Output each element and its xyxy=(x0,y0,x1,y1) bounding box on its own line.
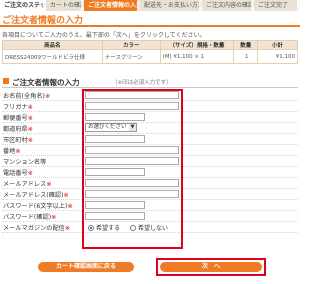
label-password: パスワード(6文字以上)※ xyxy=(3,203,73,210)
label-city: 市区町村※ xyxy=(3,137,33,144)
label-email-confirm: メールアドレス(確認)※ xyxy=(3,192,69,199)
label-street: 番地※ xyxy=(3,148,21,155)
step-customer-info: ご注文者情報の入力 xyxy=(84,0,140,11)
label-newsletter: メールマガジンの配信※ xyxy=(3,225,71,232)
step-delivery-payment: 配送先・お支払い方法の選択 xyxy=(140,0,202,11)
label-postal: 郵便番号※ xyxy=(3,115,33,122)
step-cart: カートの確認 xyxy=(46,0,84,11)
next-button[interactable]: 次 へ xyxy=(160,262,262,272)
step-confirm: ご注文内容の確認 xyxy=(202,0,254,11)
cell-color: ナースグリーン xyxy=(101,49,161,64)
cell-product-name: DRESS24009ワールドビラ仕様 xyxy=(2,49,103,64)
steps-label: ご注文のステップ xyxy=(0,0,46,11)
table-header-row: 商品名 カラー （サイズ）規格・数量 数量 小計 xyxy=(2,40,298,50)
col-subtotal: 小計 xyxy=(257,40,298,50)
label-email: メールアドレス※ xyxy=(3,181,52,188)
cell-subtotal: ¥1,100 xyxy=(257,49,298,64)
form-title: ご注文者情報の入力 xyxy=(12,78,80,87)
table-row: DRESS24009ワールドビラ仕様 ナースグリーン (M) ¥1,100 × … xyxy=(2,49,298,64)
intro-text: 各項目についてご入力のうえ、最下部の「次へ」をクリックしてください。 xyxy=(2,32,206,39)
label-password-confirm: パスワード(確認)※ xyxy=(3,214,57,221)
page-title-bar: ご注文者情報の入力 xyxy=(0,12,300,27)
cell-qty: 1 xyxy=(233,49,259,64)
label-building: マンション名等 xyxy=(3,159,47,166)
label-furigana: フリガナ※ xyxy=(3,104,33,111)
form-section-header: ご注文者情報の入力 （※印は必須入力です） xyxy=(2,76,298,88)
order-steps: ご注文のステップ カートの確認 ご注文者情報の入力 配送先・お支払い方法の選択 … xyxy=(0,0,300,11)
col-color: カラー xyxy=(101,40,161,50)
back-to-cart-button[interactable]: カート確認画面に戻る xyxy=(38,262,134,272)
page-title: ご注文者情報の入力 xyxy=(2,16,84,26)
label-name: お名前(全角名)※ xyxy=(3,93,51,100)
col-qty: 数量 xyxy=(233,40,259,50)
col-size-qty: （サイズ）規格・数量 xyxy=(159,40,235,50)
product-table: 商品名 カラー （サイズ）規格・数量 数量 小計 DRESS24009ワールドビ… xyxy=(2,40,298,64)
input-highlight-frame xyxy=(82,89,183,249)
required-note: （※印は必須入力です） xyxy=(112,80,172,86)
section-bullet-icon xyxy=(3,78,9,84)
cell-size-qty: (M) ¥1,100 × 1 xyxy=(159,49,235,64)
col-product-name: 商品名 xyxy=(2,40,103,50)
label-phone: 電話番号※ xyxy=(3,170,33,177)
label-prefecture: 都道府県※ xyxy=(3,126,33,133)
step-complete: ご注文完了 xyxy=(254,0,300,11)
